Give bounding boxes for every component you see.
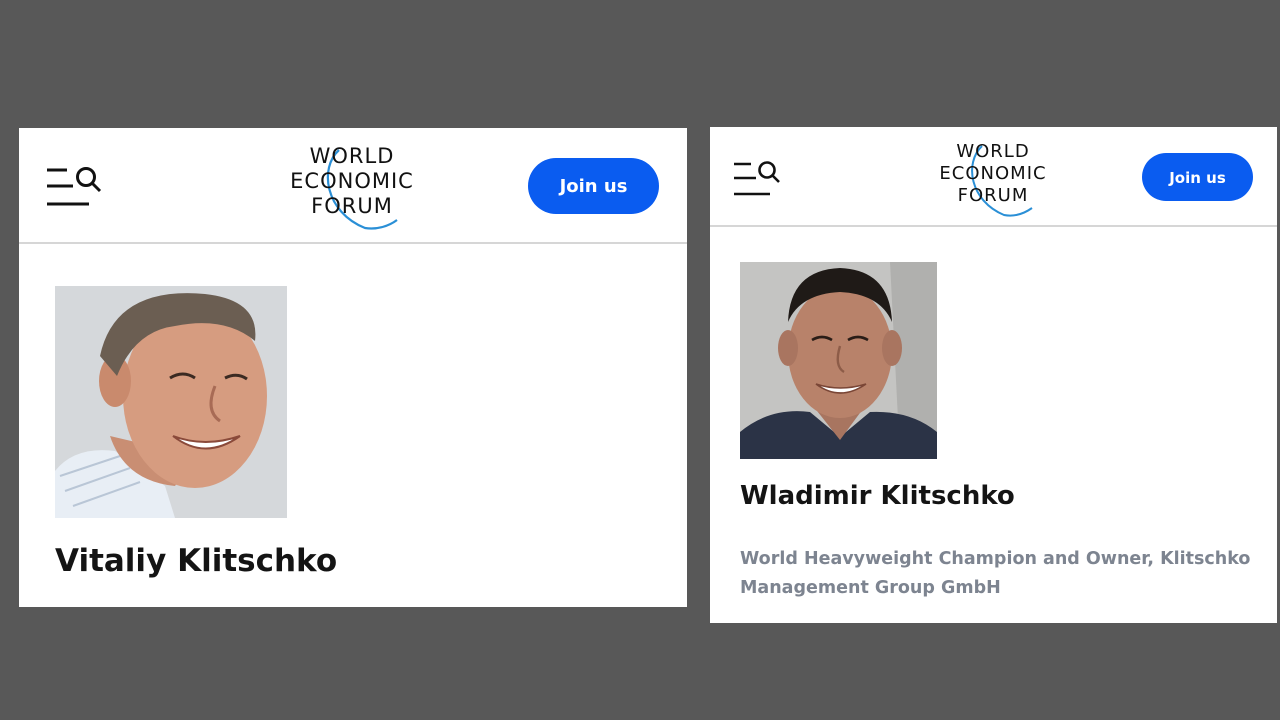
logo-line-3: FORUM bbox=[311, 194, 393, 218]
join-us-button[interactable]: Join us bbox=[1142, 153, 1253, 201]
menu-search-button[interactable] bbox=[732, 159, 782, 197]
person-name: Vitaliy Klitschko bbox=[55, 543, 338, 579]
logo-line-2: ECONOMIC bbox=[939, 163, 1047, 184]
join-us-button[interactable]: Join us bbox=[528, 158, 659, 214]
menu-search-button[interactable] bbox=[45, 164, 103, 208]
logo-line-2: ECONOMIC bbox=[290, 169, 414, 193]
menu-search-icon bbox=[47, 167, 102, 206]
logo-line-3: FORUM bbox=[957, 185, 1029, 206]
person-role: World Heavyweight Champion and Owner, Kl… bbox=[740, 549, 1251, 598]
site-header: WORLD ECONOMIC FORUM Join us bbox=[710, 127, 1277, 227]
wef-logo[interactable]: WORLD ECONOMIC FORUM bbox=[277, 144, 427, 230]
profile-photo bbox=[55, 286, 287, 518]
logo-line-1: WORLD bbox=[956, 141, 1030, 162]
person-name: Wladimir Klitschko bbox=[740, 481, 1015, 511]
person-portrait-icon bbox=[55, 286, 287, 518]
profile-photo bbox=[740, 262, 937, 459]
wef-logo[interactable]: WORLD ECONOMIC FORUM bbox=[928, 141, 1058, 217]
menu-search-icon bbox=[734, 161, 780, 196]
person-portrait-icon bbox=[740, 262, 937, 459]
profile-card-vitaliy: WORLD ECONOMIC FORUM Join us Vitaliy Kli… bbox=[19, 128, 687, 607]
logo-line-1: WORLD bbox=[309, 144, 395, 168]
site-header: WORLD ECONOMIC FORUM Join us bbox=[19, 128, 687, 244]
profile-card-wladimir: WORLD ECONOMIC FORUM Join us Wladimir Kl… bbox=[710, 127, 1277, 623]
